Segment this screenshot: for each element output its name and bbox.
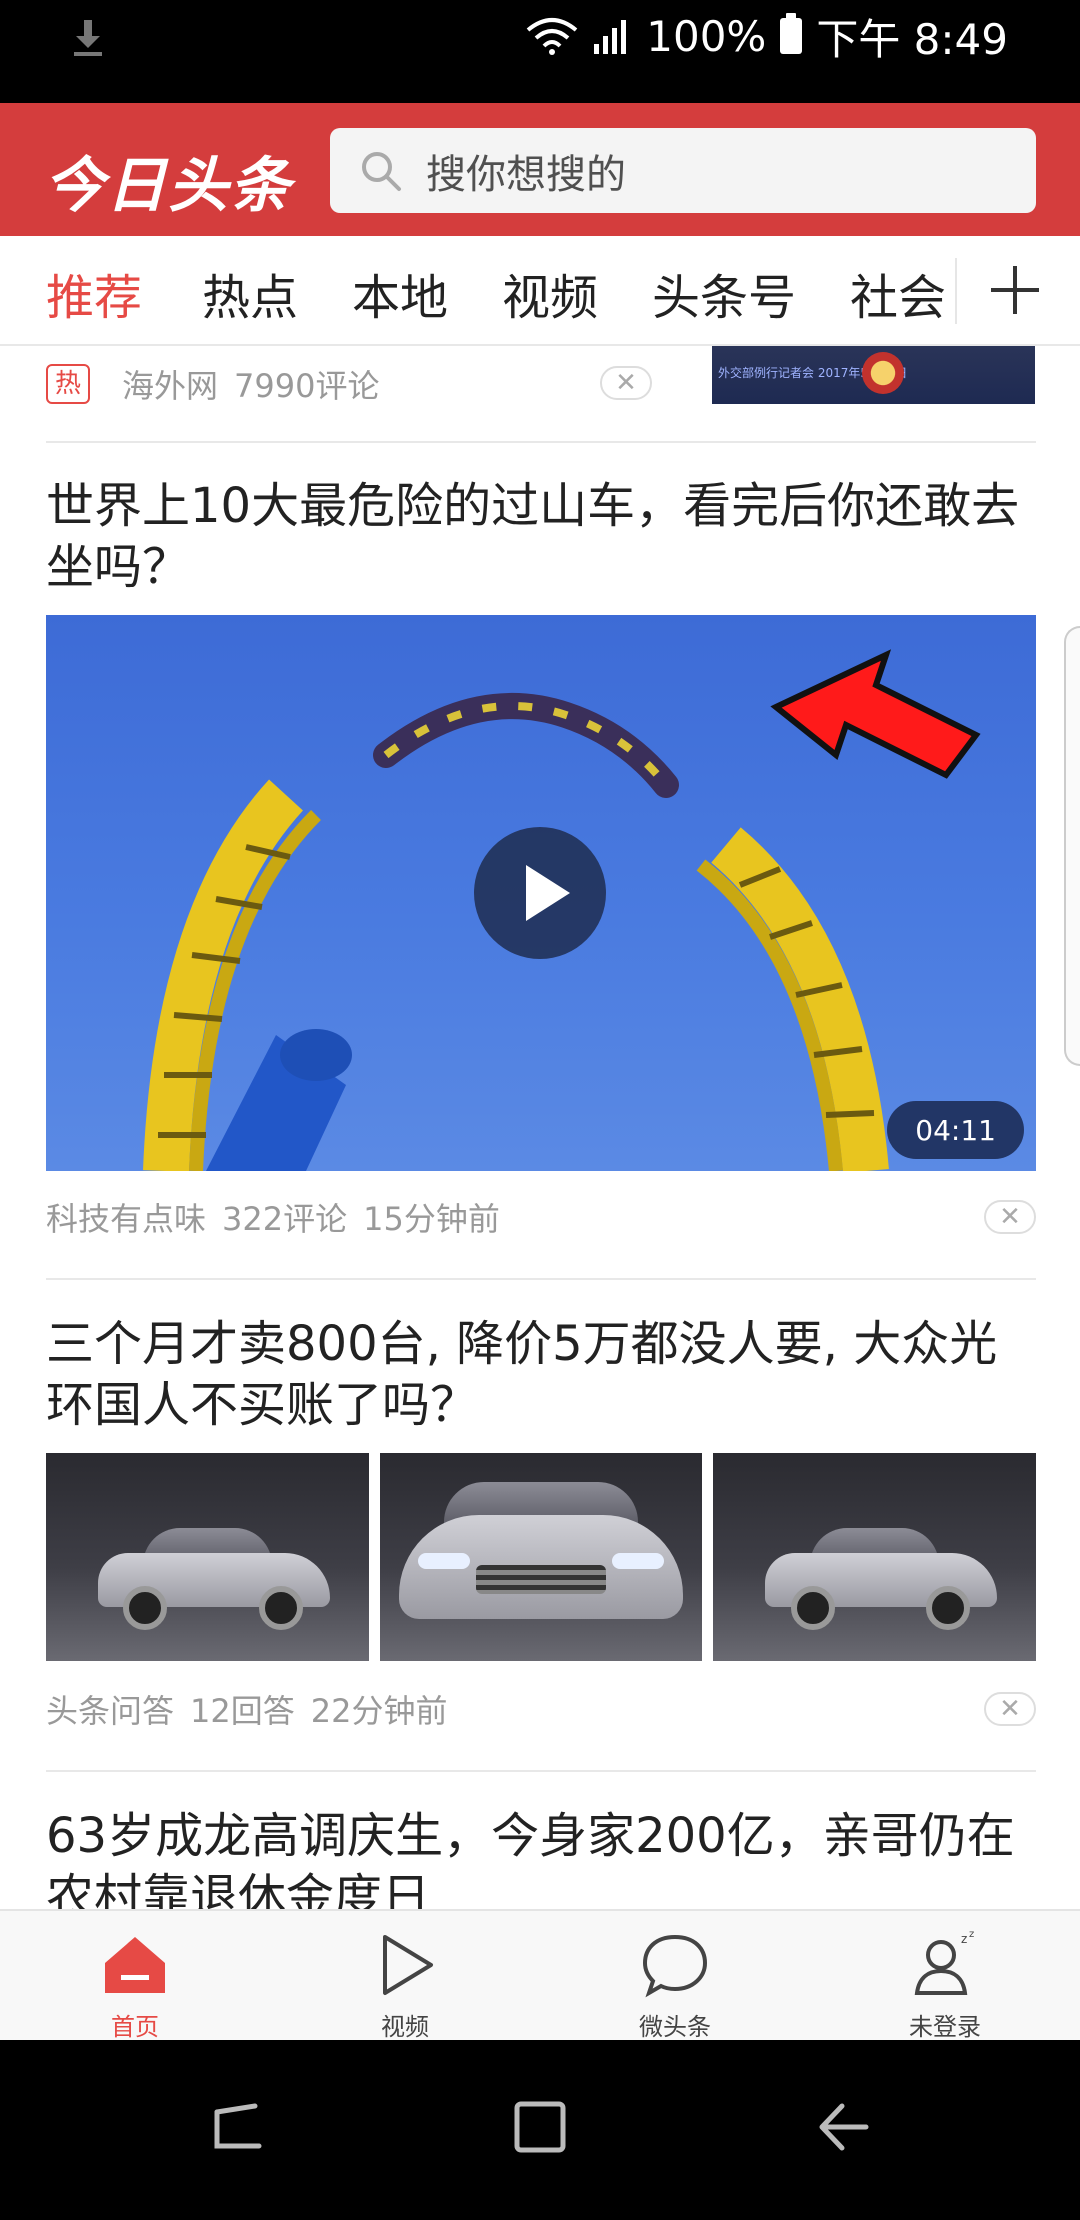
tab-video[interactable]: 视频 xyxy=(502,258,598,328)
search-icon xyxy=(362,151,401,191)
article-title[interactable]: 三个月才卖800台, 降价5万都没人要, 大众光环国人不买账了吗？ xyxy=(46,1314,1036,1436)
wheel xyxy=(123,1586,168,1631)
nav-profile[interactable]: z z 未登录 xyxy=(845,1911,1045,2042)
nav-weitoutiao-label: 微头条 xyxy=(639,2013,711,2041)
channel-tabs: 推荐 热点 本地 视频 头条号 社会 十 xyxy=(0,236,1080,346)
nav-profile-label: 未登录 xyxy=(909,2013,981,2041)
clock: 下午 8:49 xyxy=(816,14,1008,64)
car-photo[interactable] xyxy=(379,1453,703,1661)
video-play-icon xyxy=(383,1935,433,1995)
search-placeholder: 搜你想搜的 xyxy=(426,151,626,198)
video-thumbnail[interactable]: 04:11 xyxy=(46,615,1036,1171)
tab-toutiao-account[interactable]: 头条号 xyxy=(652,258,796,328)
wheel xyxy=(258,1586,303,1631)
divider xyxy=(46,1278,1036,1280)
tab-local[interactable]: 本地 xyxy=(352,258,448,328)
divider xyxy=(46,1770,1036,1772)
headlight xyxy=(611,1552,664,1570)
item-source[interactable]: 海外网 xyxy=(122,361,218,407)
item-answers: 12回答 xyxy=(190,1692,295,1730)
bottom-navigation: 首页 视频 微头条 z z 未登录 xyxy=(0,1909,1080,2042)
nav-video-label: 视频 xyxy=(381,2013,429,2041)
battery-icon xyxy=(780,13,803,54)
wheel xyxy=(926,1586,971,1631)
news-thumbnail[interactable]: 外交部例行记者会 2017年5月22日 xyxy=(712,346,1035,404)
item-comments: 322评论 xyxy=(222,1200,348,1238)
dismiss-button[interactable]: ✕ xyxy=(984,1692,1036,1726)
add-channel-icon[interactable] xyxy=(985,260,1045,320)
close-icon: ✕ xyxy=(999,1694,1021,1724)
wifi-icon xyxy=(526,18,578,55)
recent-apps-icon[interactable] xyxy=(203,2092,273,2162)
system-navigation-bar xyxy=(0,2040,1080,2220)
item-comments: 7990评论 xyxy=(234,367,380,405)
item-time: 22分钟前 xyxy=(310,1692,448,1730)
tabs-divider xyxy=(955,258,957,324)
play-button[interactable] xyxy=(474,827,606,959)
car-photo[interactable] xyxy=(713,1453,1037,1661)
item-meta: 头条问答 12回答 22分钟前 xyxy=(46,1686,447,1732)
dismiss-button[interactable]: ✕ xyxy=(600,366,652,400)
item-source[interactable]: 头条问答 xyxy=(46,1686,174,1732)
news-feed: 外交部例行记者会 2017年5月22日 热 海外网 7990评论 ✕ 世界上10… xyxy=(0,346,1080,1910)
image-gallery[interactable] xyxy=(46,1453,1037,1661)
home-button-icon[interactable] xyxy=(505,2092,575,2162)
user-icon: z z xyxy=(914,1929,974,1995)
back-icon[interactable] xyxy=(808,2092,878,2162)
car-grille xyxy=(476,1565,606,1595)
tab-recommend[interactable]: 推荐 xyxy=(46,258,142,328)
download-icon xyxy=(74,20,102,56)
app-logo[interactable]: 今日头条 xyxy=(44,137,292,224)
nav-home[interactable]: 首页 xyxy=(35,1911,235,2042)
dismiss-button[interactable]: ✕ xyxy=(984,1200,1036,1234)
emblem-icon xyxy=(862,352,904,394)
tab-society[interactable]: 社会 xyxy=(850,258,946,328)
search-bar[interactable]: 搜你想搜的 xyxy=(330,128,1036,213)
nav-weitoutiao[interactable]: 微头条 xyxy=(575,1911,775,2042)
divider xyxy=(46,441,1036,443)
tab-hot[interactable]: 热点 xyxy=(202,258,298,328)
article-title[interactable]: 63岁成龙高调庆生，今身家200亿，亲哥仍在农村靠退休金度日 xyxy=(46,1806,1036,1910)
status-bar: 100% 下午 8:49 xyxy=(0,0,1080,103)
battery-percent: 100% xyxy=(646,11,767,61)
nav-home-label: 首页 xyxy=(111,2013,159,2041)
wheel xyxy=(790,1586,835,1631)
chat-bubble-icon xyxy=(642,1934,708,1998)
headlight xyxy=(418,1552,471,1570)
close-icon: ✕ xyxy=(615,368,637,398)
item-source[interactable]: 科技有点味 xyxy=(46,1194,206,1240)
edge-panel-handle[interactable] xyxy=(1064,626,1080,1066)
app-header: 今日头条 搜你想搜的 xyxy=(0,103,1080,236)
svg-text:z: z xyxy=(961,1932,967,1946)
item-time: 15分钟前 xyxy=(363,1200,500,1238)
car-photo[interactable] xyxy=(46,1453,369,1661)
signal-icon xyxy=(594,20,627,54)
article-title[interactable]: 世界上10大最危险的过山车，看完后你还敢去坐吗？ xyxy=(46,476,1036,598)
play-icon xyxy=(526,865,570,921)
video-duration: 04:11 xyxy=(887,1101,1024,1159)
svg-text:z: z xyxy=(969,1929,974,1940)
hot-badge: 热 xyxy=(46,364,90,404)
home-icon xyxy=(105,1937,165,1993)
close-icon: ✕ xyxy=(999,1202,1021,1232)
item-meta: 热 海外网 7990评论 xyxy=(46,361,379,407)
nav-video[interactable]: 视频 xyxy=(305,1911,505,2042)
item-meta: 科技有点味 322评论 15分钟前 xyxy=(46,1194,500,1240)
